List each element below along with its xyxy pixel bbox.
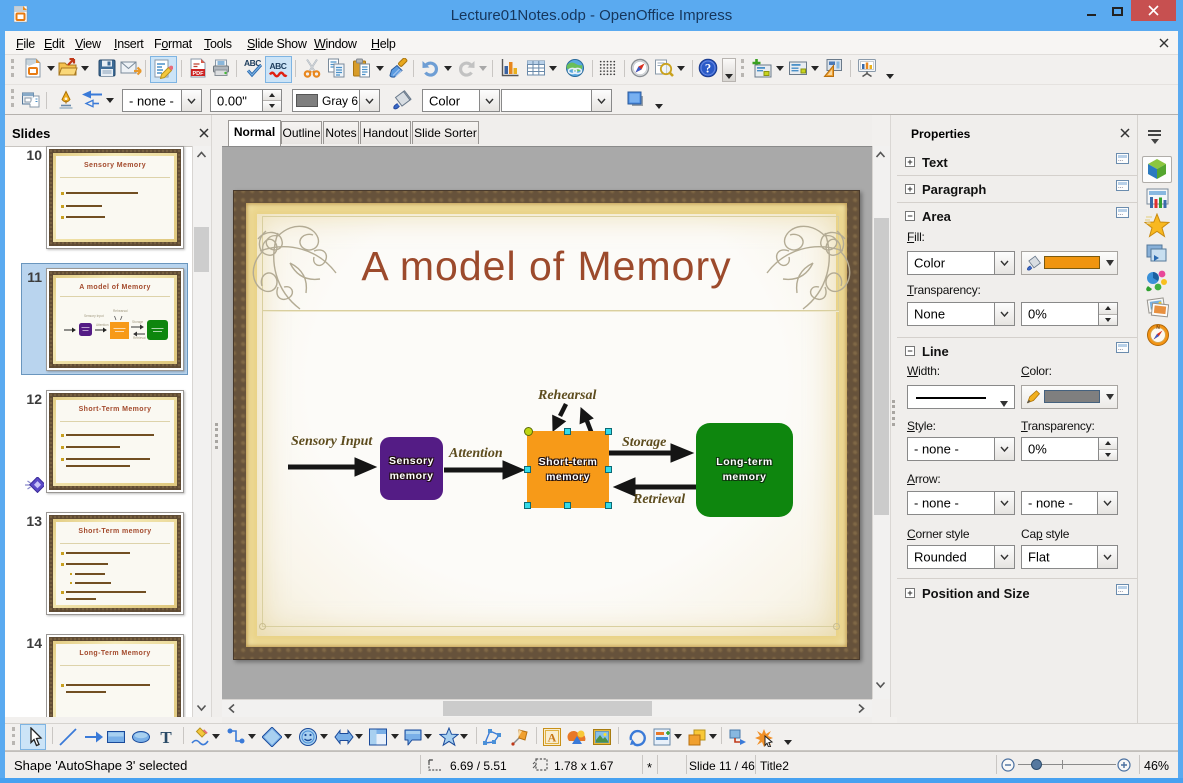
- svg-text:PDF: PDF: [193, 71, 205, 77]
- svg-text:Rehearsal: Rehearsal: [113, 309, 128, 313]
- svg-text:Retrieval: Retrieval: [133, 336, 146, 340]
- svg-text:ABC: ABC: [270, 61, 287, 71]
- svg-text:Attention: Attention: [96, 323, 109, 327]
- svg-text:T: T: [160, 728, 172, 747]
- svg-text:Sensory Input: Sensory Input: [84, 314, 104, 318]
- svg-text:Storage: Storage: [132, 320, 143, 324]
- svg-text:?: ?: [705, 62, 711, 76]
- svg-text:A: A: [548, 731, 557, 745]
- svg-text:N: N: [1156, 325, 1160, 331]
